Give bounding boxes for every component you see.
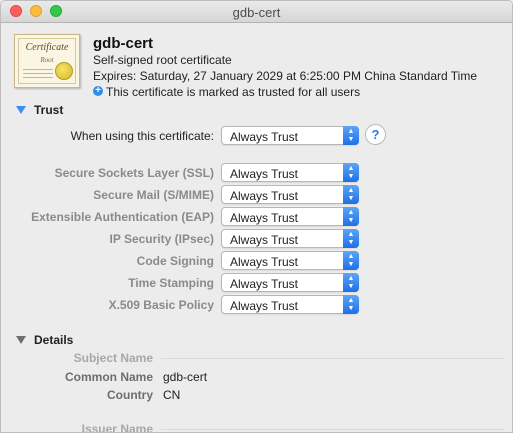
certificate-icon: Certificate Root: [14, 34, 80, 88]
updown-chevron-icon: ▲ ▼: [343, 163, 359, 182]
trust-select-value: Always Trust: [230, 211, 299, 225]
trust-heading: Trust: [34, 103, 64, 117]
certificate-icon-title: Certificate: [25, 42, 69, 53]
updown-chevron-icon: ▲ ▼: [343, 295, 359, 314]
when-using-select[interactable]: Always Trust ▲ ▼: [221, 126, 359, 145]
trust-select-eap[interactable]: Always Trust ▲ ▼: [221, 207, 359, 226]
issuer-name-label: Issuer Name: [81, 422, 153, 433]
certificate-type: Self-signed root certificate: [93, 53, 232, 67]
country-value: CN: [163, 388, 181, 402]
disclosure-triangle-icon[interactable]: [16, 106, 26, 114]
trust-row-label-eap: Extensible Authentication (EAP): [31, 210, 214, 224]
disclosure-triangle-icon[interactable]: [16, 336, 26, 344]
updown-chevron-icon: ▲ ▼: [343, 207, 359, 226]
trust-row-label-smime: Secure Mail (S/MIME): [93, 188, 214, 202]
trust-row-label-x509: X.509 Basic Policy: [108, 298, 214, 312]
trust-select-ssl[interactable]: Always Trust ▲ ▼: [221, 163, 359, 182]
updown-chevron-icon: ▲ ▼: [343, 126, 359, 145]
trust-select-smime[interactable]: Always Trust ▲ ▼: [221, 185, 359, 204]
trust-row-label-ipsec: IP Security (IPsec): [109, 232, 215, 246]
trust-select-value: Always Trust: [230, 233, 299, 247]
subject-name-label: Subject Name: [73, 351, 153, 365]
trust-select-x509[interactable]: Always Trust ▲ ▼: [221, 295, 359, 314]
updown-chevron-icon: ▲ ▼: [343, 273, 359, 292]
trust-row-label-ssl: Secure Sockets Layer (SSL): [54, 166, 214, 180]
details-section-header[interactable]: Details: [16, 333, 73, 347]
updown-chevron-icon: ▲ ▼: [343, 229, 359, 248]
country-label: Country: [107, 388, 153, 402]
plus-circle-icon: +: [93, 86, 103, 96]
when-using-label: When using this certificate:: [70, 129, 214, 143]
trust-row-label-code-signing: Code Signing: [136, 254, 214, 268]
when-using-value: Always Trust: [230, 130, 299, 144]
help-button[interactable]: ?: [365, 124, 386, 145]
title-bar: gdb-cert: [1, 1, 512, 23]
certificate-expiry: Expires: Saturday, 27 January 2029 at 6:…: [93, 69, 477, 83]
certificate-name: gdb-cert: [93, 35, 153, 52]
common-name-value: gdb-cert: [163, 370, 208, 384]
updown-chevron-icon: ▲ ▼: [343, 251, 359, 270]
updown-chevron-icon: ▲ ▼: [343, 185, 359, 204]
issuer-name-divider: [161, 429, 504, 430]
certificate-seal-icon: [55, 62, 73, 80]
certificate-window: gdb-cert Certificate Root gdb-cert Self-…: [0, 0, 513, 433]
trust-select-value: Always Trust: [230, 255, 299, 269]
trust-select-code-signing[interactable]: Always Trust ▲ ▼: [221, 251, 359, 270]
trust-select-value: Always Trust: [230, 277, 299, 291]
details-heading: Details: [34, 333, 74, 347]
trust-row-label-time-stamping: Time Stamping: [128, 276, 214, 290]
trust-select-time-stamping[interactable]: Always Trust ▲ ▼: [221, 273, 359, 292]
trust-select-value: Always Trust: [230, 189, 299, 203]
trust-section-header[interactable]: Trust: [16, 103, 63, 117]
trust-status-text: This certificate is marked as trusted fo…: [106, 85, 361, 99]
window-title: gdb-cert: [232, 5, 281, 20]
trust-select-value: Always Trust: [230, 299, 299, 313]
subject-name-divider: [161, 358, 504, 359]
trust-select-ipsec[interactable]: Always Trust ▲ ▼: [221, 229, 359, 248]
common-name-label: Common Name: [64, 370, 153, 384]
certificate-icon-lines: [23, 69, 53, 70]
trust-select-value: Always Trust: [230, 167, 299, 181]
